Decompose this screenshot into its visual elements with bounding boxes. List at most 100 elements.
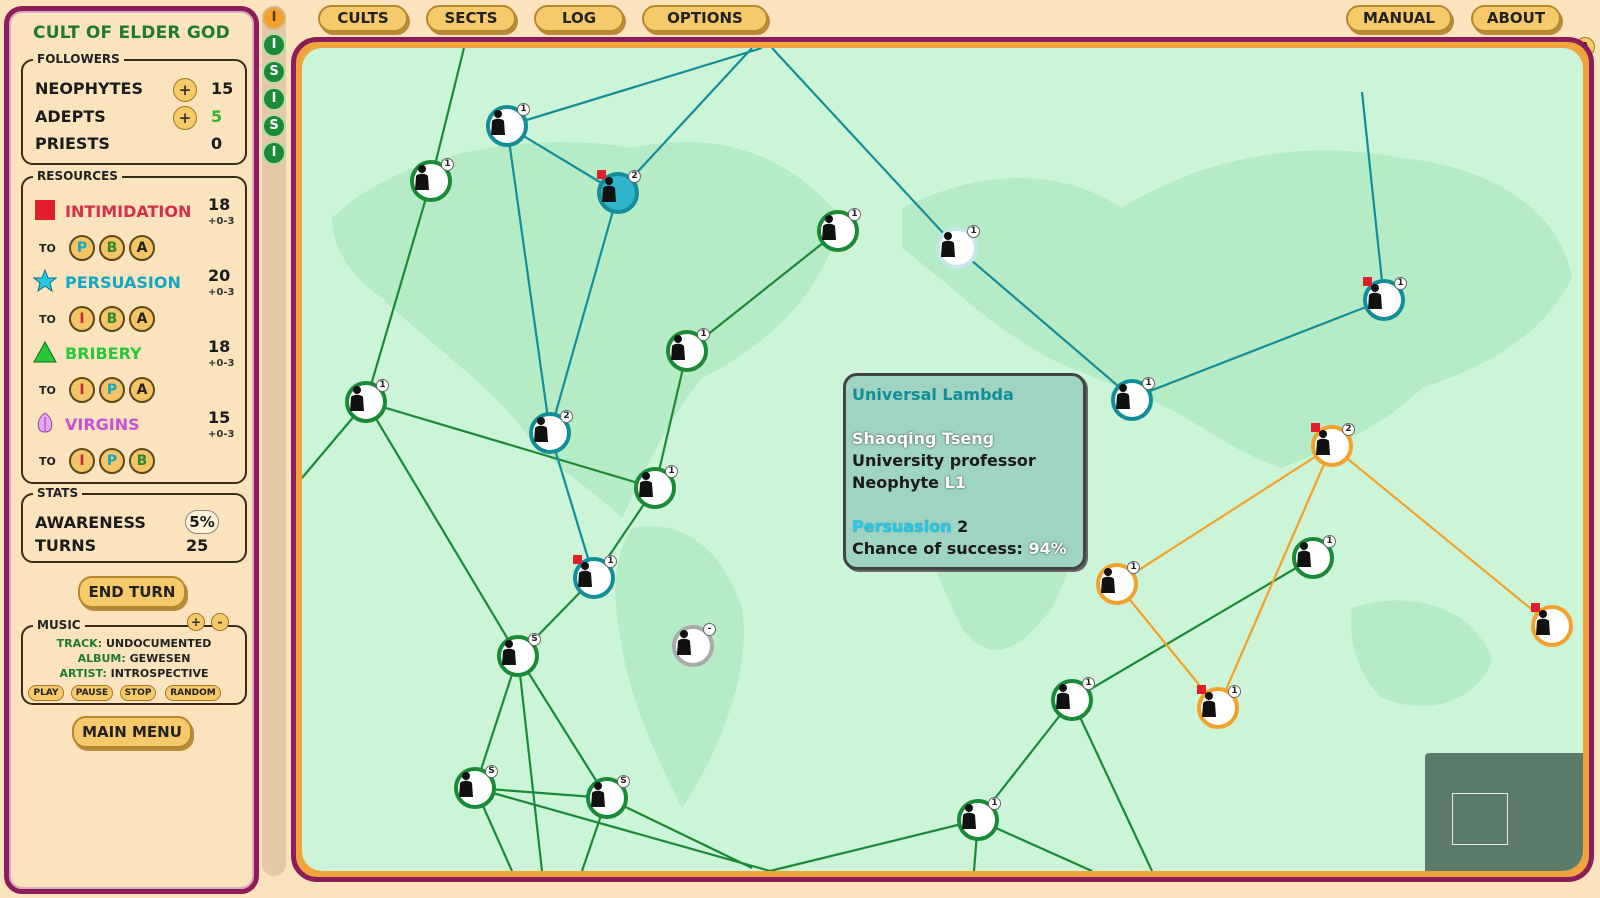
- virgins-to-intimidation-button[interactable]: I: [69, 448, 95, 474]
- node-level: 1: [376, 379, 389, 392]
- person-icon: [1297, 542, 1311, 567]
- neophytes-upgrade-button[interactable]: +: [173, 78, 197, 102]
- stop-button[interactable]: STOP: [120, 685, 156, 701]
- cults-button[interactable]: CULTS: [318, 5, 408, 32]
- node-level: 1: [1127, 561, 1140, 574]
- person-icon: [822, 215, 836, 240]
- follower-node-18[interactable]: 1: [1363, 277, 1407, 321]
- main-menu-button[interactable]: MAIN MENU: [72, 716, 192, 748]
- follower-node-1[interactable]: 1: [410, 158, 454, 202]
- follower-node-3[interactable]: 2: [597, 170, 641, 214]
- neophytes-label: NEOPHYTES: [35, 79, 143, 98]
- pause-button[interactable]: PAUSE: [71, 685, 113, 701]
- intimidation-value: 18: [208, 195, 231, 214]
- person-icon: [459, 772, 473, 797]
- music-artist: ARTIST: INTROSPECTIVE: [23, 667, 245, 680]
- follower-node-5[interactable]: 1: [936, 225, 980, 269]
- follower-node-15[interactable]: 1: [957, 797, 1001, 841]
- follower-node-7[interactable]: 1: [345, 379, 389, 423]
- person-icon: [962, 804, 976, 829]
- node-level: S: [485, 765, 498, 778]
- follower-node-2[interactable]: 1: [486, 103, 530, 147]
- persuasion-increment: +0-3: [208, 287, 235, 298]
- virgins-flower-icon: [37, 412, 53, 433]
- node-level: 1: [848, 208, 861, 221]
- follower-node-14[interactable]: S: [586, 775, 630, 819]
- about-button[interactable]: ABOUT: [1471, 5, 1561, 32]
- follower-node-13[interactable]: S: [454, 765, 498, 809]
- intimidation-to-persuasion-button[interactable]: P: [69, 235, 95, 261]
- virgins-to-persuasion-button[interactable]: P: [99, 448, 125, 474]
- sect-button-3[interactable]: S: [262, 60, 286, 84]
- intimidation-increment: +0-3: [208, 216, 235, 227]
- persuasion-value: 20: [208, 266, 231, 285]
- node-level: 2: [628, 170, 641, 183]
- follower-node-19[interactable]: 2: [1311, 423, 1355, 467]
- sect-button-1[interactable]: I: [262, 6, 286, 30]
- persuasion-to-intimidation-button[interactable]: I: [69, 306, 95, 332]
- bribery-value: 18: [208, 337, 231, 356]
- volume-down-button[interactable]: -: [211, 613, 229, 631]
- minimap[interactable]: [1425, 753, 1583, 871]
- persuasion-to-virgins-button[interactable]: A: [129, 306, 155, 332]
- person-icon: [1101, 568, 1115, 593]
- sects-button[interactable]: SECTS: [426, 5, 516, 32]
- person-icon: [1536, 610, 1550, 635]
- followers-box: FOLLOWERS NEOPHYTES + 15 ADEPTS + 5 PRIE…: [21, 52, 247, 165]
- sect-button-5[interactable]: S: [262, 114, 286, 138]
- follower-node-9[interactable]: 1: [634, 465, 678, 509]
- node-level: S: [617, 775, 630, 788]
- tooltip-chance-label: Chance of success:: [852, 539, 1023, 558]
- turns-value: 25: [186, 536, 209, 555]
- follower-node-23[interactable]: [1531, 603, 1573, 647]
- minimap-viewport[interactable]: [1452, 793, 1508, 845]
- follower-node-22[interactable]: 1: [1197, 685, 1241, 729]
- person-icon: [671, 335, 685, 360]
- end-turn-button[interactable]: END TURN: [78, 576, 186, 608]
- tooltip-resource-line: Persuasion 2: [852, 516, 1077, 538]
- bribery-to-persuasion-button[interactable]: P: [99, 377, 125, 403]
- bribery-to-virgins-button[interactable]: A: [129, 377, 155, 403]
- follower-node-10[interactable]: 1: [573, 555, 617, 599]
- intimidation-to-virgins-button[interactable]: A: [129, 235, 155, 261]
- node-level: -: [703, 623, 716, 636]
- follower-node-4[interactable]: 1: [817, 208, 861, 252]
- follower-node-16[interactable]: 1: [1051, 677, 1095, 721]
- manual-button[interactable]: MANUAL: [1346, 5, 1452, 32]
- follower-node-8[interactable]: 2: [529, 410, 573, 454]
- resources-label: RESOURCES: [33, 169, 122, 183]
- intimidation-mark-icon: [1197, 685, 1206, 694]
- person-icon: [350, 386, 364, 411]
- track-key: TRACK:: [56, 637, 103, 650]
- node-level: 1: [665, 465, 678, 478]
- person-icon: [677, 630, 691, 655]
- options-button[interactable]: OPTIONS: [642, 5, 768, 32]
- follower-node-11[interactable]: S: [497, 633, 541, 677]
- follower-node-6[interactable]: 1: [666, 328, 710, 372]
- persuasion-to-bribery-button[interactable]: B: [99, 306, 125, 332]
- sect-button-2[interactable]: I: [262, 33, 286, 57]
- follower-node-17[interactable]: 1: [1111, 377, 1155, 421]
- bribery-to-intimidation-button[interactable]: I: [69, 377, 95, 403]
- play-button[interactable]: PLAY: [28, 685, 64, 701]
- neophytes-value: 15: [211, 79, 234, 98]
- follower-node-20[interactable]: 1: [1292, 535, 1336, 579]
- follower-node-12[interactable]: -: [672, 623, 716, 667]
- virgins-to-bribery-button[interactable]: B: [129, 448, 155, 474]
- intimidation-to-bribery-button[interactable]: B: [99, 235, 125, 261]
- intimidation-label: INTIMIDATION: [65, 202, 192, 221]
- tooltip-rank-level: L1: [944, 473, 966, 492]
- sect-button-6[interactable]: I: [262, 141, 286, 165]
- sect-column: I I S I S I: [262, 6, 286, 876]
- world-map[interactable]: 1 1 2 1 1 1 1 2 1 1 S - S S 1 1 1 1 2 1 …: [302, 48, 1583, 871]
- sect-button-4[interactable]: I: [262, 87, 286, 111]
- log-button[interactable]: LOG: [534, 5, 624, 32]
- stats-label: STATS: [33, 486, 83, 500]
- random-button[interactable]: RANDOM: [165, 685, 221, 701]
- persuasion-star-icon: [33, 269, 57, 293]
- follower-node-21[interactable]: 1: [1096, 561, 1140, 605]
- volume-up-button[interactable]: +: [187, 613, 205, 631]
- adepts-upgrade-button[interactable]: +: [173, 106, 197, 130]
- bribery-to-label: TO: [39, 384, 56, 397]
- intimidation-to-label: TO: [39, 242, 56, 255]
